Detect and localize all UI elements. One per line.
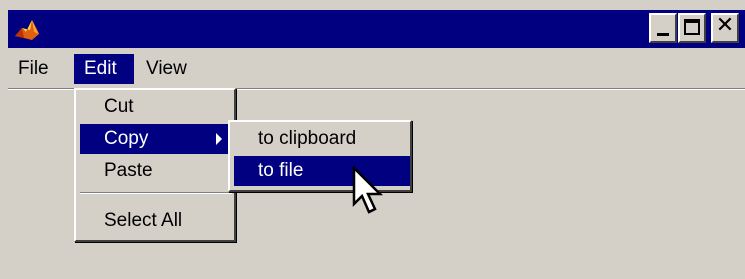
title-bar[interactable]: ✕ — [8, 10, 745, 48]
menu-edit[interactable]: Edit — [74, 54, 134, 84]
mouse-pointer-icon — [352, 166, 384, 214]
menu-item-cut[interactable]: Cut — [80, 92, 232, 122]
minimize-button[interactable] — [649, 13, 677, 43]
menu-item-copy-label: Copy — [104, 128, 149, 149]
menu-file[interactable]: File — [12, 54, 62, 84]
chevron-right-icon — [216, 133, 222, 145]
menu-item-select-all[interactable]: Select All — [80, 206, 232, 236]
edit-dropdown-menu: Cut Copy Paste Select All — [74, 88, 236, 242]
menu-item-paste[interactable]: Paste — [80, 156, 232, 186]
menu-item-to-clipboard[interactable]: to clipboard — [234, 124, 410, 154]
close-icon: ✕ — [715, 13, 735, 38]
menu-item-copy[interactable]: Copy — [80, 124, 232, 154]
maximize-icon — [684, 19, 700, 35]
maximize-button[interactable] — [678, 13, 706, 43]
application-window: ✕ File Edit View Cut Copy Paste Select A… — [0, 0, 745, 279]
menu-bar: File Edit View — [8, 52, 745, 86]
app-logo-icon — [12, 14, 42, 44]
menu-view[interactable]: View — [144, 54, 200, 84]
close-button[interactable]: ✕ — [711, 13, 739, 43]
menu-separator — [80, 192, 232, 194]
minimize-icon — [657, 33, 669, 36]
